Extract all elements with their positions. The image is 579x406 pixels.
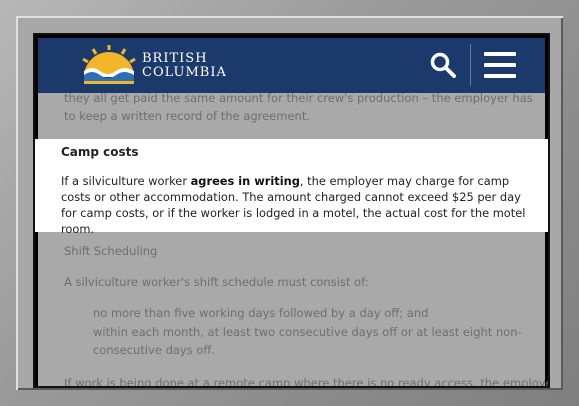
- list-item: within each month, at least two consecut…: [93, 325, 522, 357]
- camp-costs-section: Camp costs If a silviculture worker agre…: [35, 139, 548, 236]
- device-screen: BRITISH COLUMBIA they all get paid the s…: [33, 33, 550, 388]
- logo-line2: COLUMBIA: [142, 65, 227, 80]
- search-button[interactable]: [426, 48, 460, 82]
- site-header: BRITISH COLUMBIA: [38, 38, 545, 93]
- page-content: they all get paid the same amount for th…: [35, 91, 550, 388]
- menu-bar: [484, 63, 516, 67]
- camp-costs-heading: Camp costs: [61, 145, 139, 159]
- camp-text-part: If a silviculture worker: [61, 174, 191, 188]
- bottom-paragraph: If work is being done at a remote camp w…: [64, 376, 550, 388]
- bc-logo[interactable]: BRITISH COLUMBIA: [78, 45, 238, 87]
- shift-scheduling-heading: Shift Scheduling: [64, 244, 158, 258]
- menu-bar: [484, 74, 516, 78]
- bc-sun-logo-icon: [82, 45, 136, 84]
- search-icon: [430, 52, 456, 78]
- hamburger-menu-icon: [484, 52, 516, 56]
- logo-line1: BRITISH: [142, 51, 208, 66]
- header-divider: [470, 44, 471, 86]
- top-paragraph: they all get paid the same amount for th…: [64, 91, 533, 123]
- menu-button[interactable]: [482, 50, 518, 80]
- camp-text-bold: agrees in writing: [190, 174, 300, 188]
- list-item: no more than five working days followed …: [93, 306, 429, 320]
- shift-intro: A silviculture worker's shift schedule m…: [64, 275, 369, 289]
- camp-costs-text: If a silviculture worker agrees in writi…: [61, 173, 539, 237]
